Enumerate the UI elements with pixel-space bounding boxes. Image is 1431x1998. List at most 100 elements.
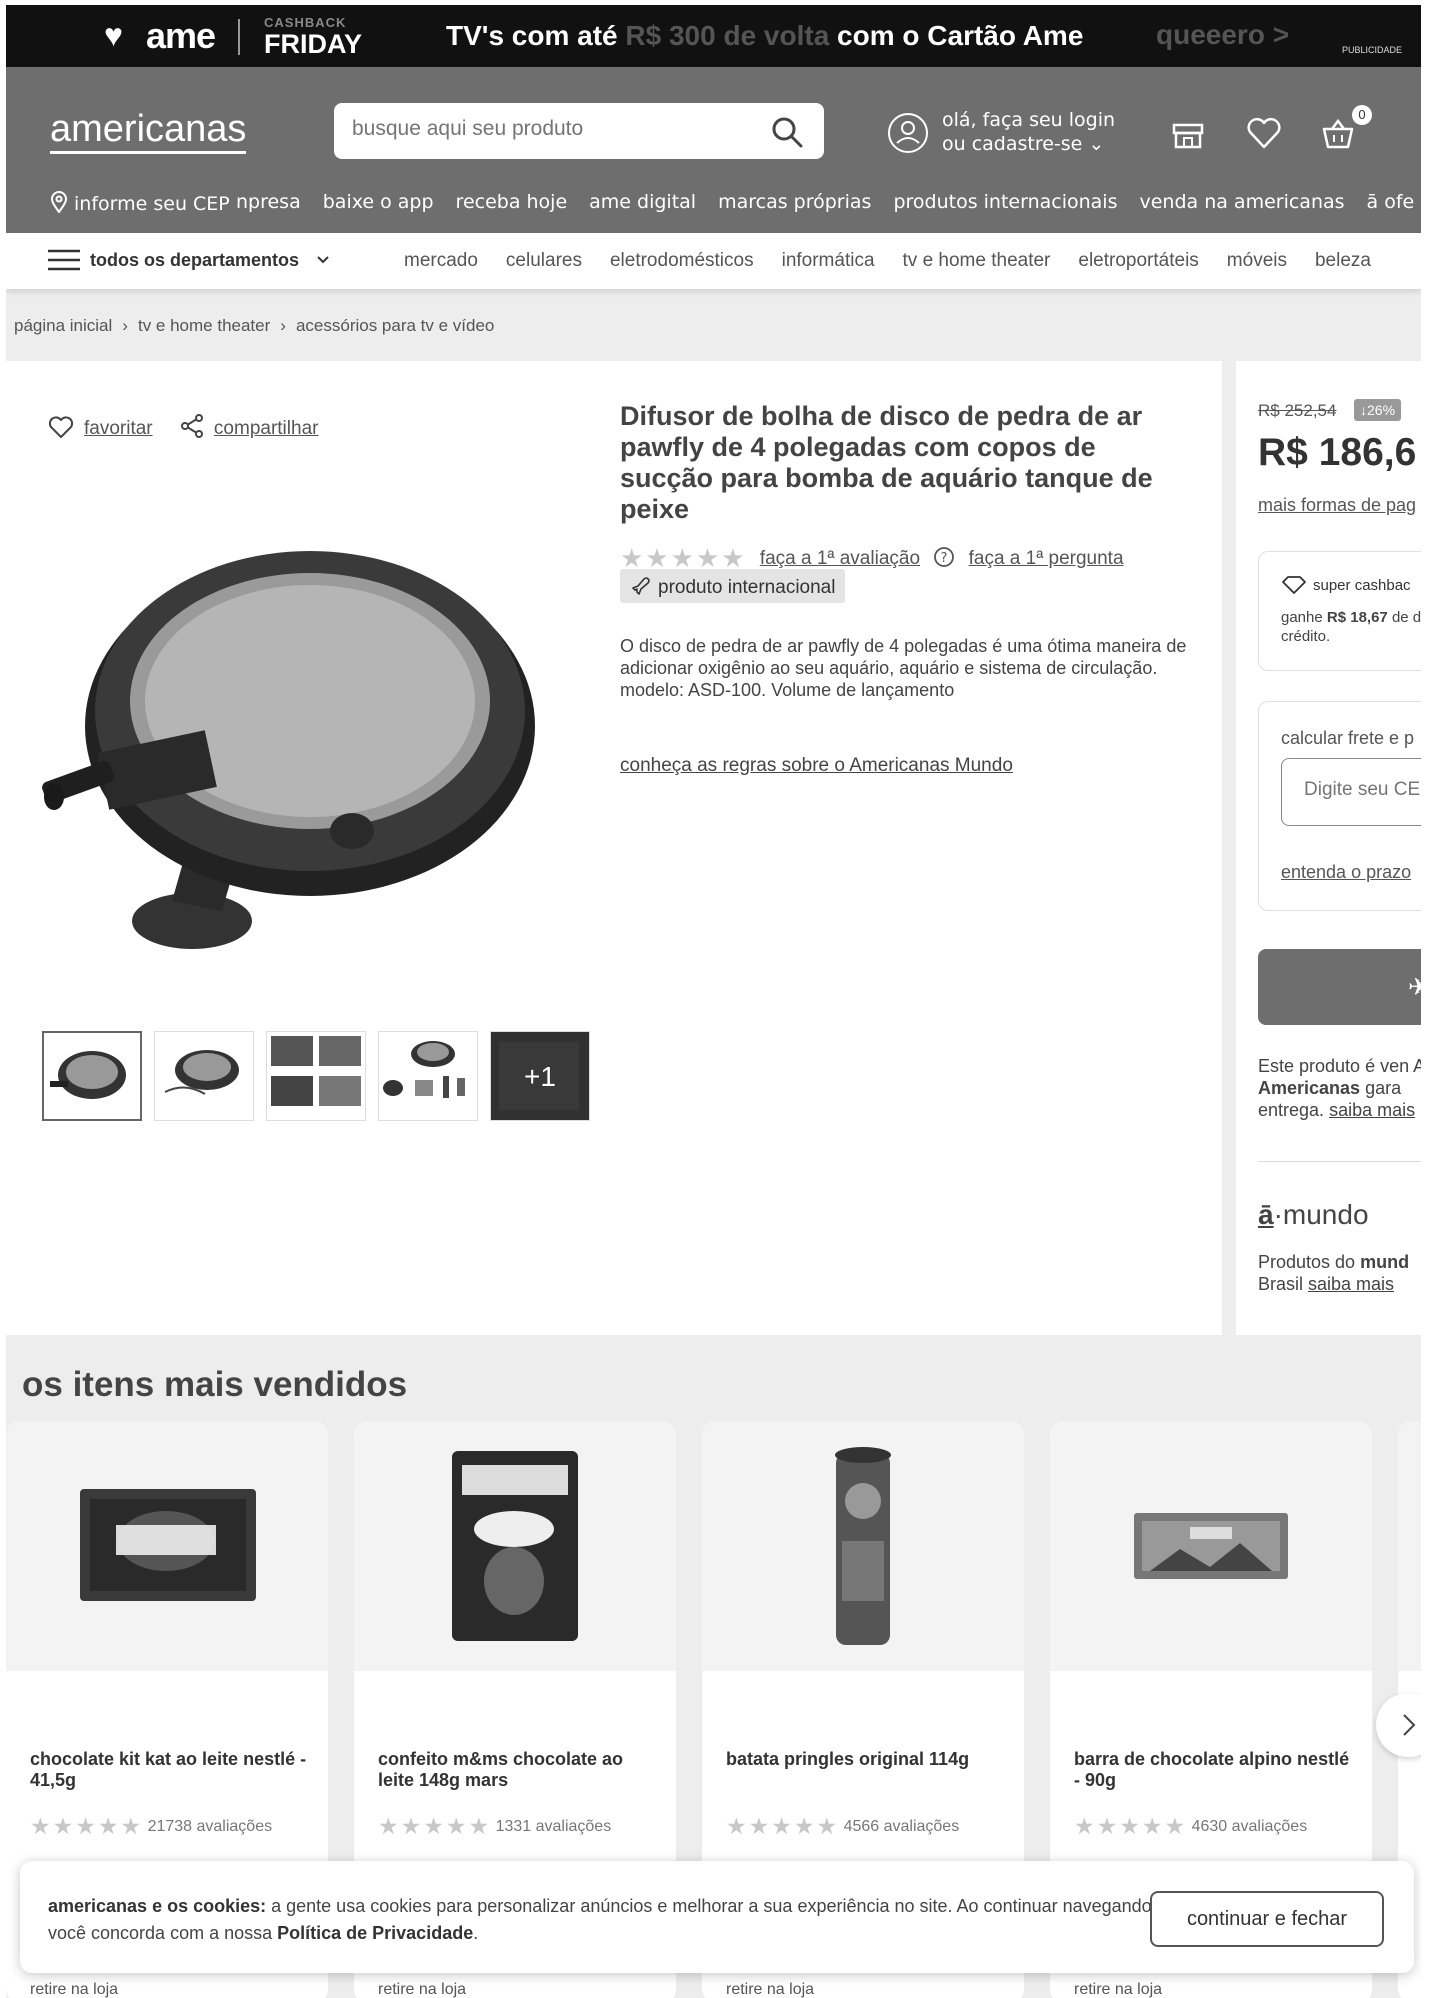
breadcrumb-item[interactable]: tv e home theater bbox=[138, 316, 270, 335]
user-icon bbox=[888, 113, 928, 153]
promo-banner[interactable]: ♥ ame CASHBACK FRIDAY TV's com até R$ 30… bbox=[6, 5, 1421, 67]
product-card-rating: ★★★★★ 1331 avaliações bbox=[378, 1813, 611, 1840]
mundo-rules-link[interactable]: conheça as regras sobre o Americanas Mun… bbox=[620, 755, 1013, 777]
share-label: compartilhar bbox=[213, 418, 319, 439]
cep-input[interactable] bbox=[1304, 779, 1421, 801]
mundo-logo-b: ·mundo bbox=[1273, 1199, 1369, 1230]
product-card-name: confeito m&ms chocolate ao leite 148g ma… bbox=[378, 1749, 624, 1790]
header-link[interactable]: npresa bbox=[236, 191, 301, 213]
heart-icon[interactable] bbox=[1244, 113, 1284, 153]
product-main-image[interactable] bbox=[42, 471, 594, 961]
header-link[interactable]: ame digital bbox=[589, 191, 696, 213]
favorite-label: favoritar bbox=[84, 418, 153, 439]
department-item[interactable]: eletroportáteis bbox=[1078, 250, 1198, 271]
thumbnail[interactable] bbox=[154, 1031, 254, 1121]
breadcrumb-item[interactable]: acessórios para tv e vídeo bbox=[296, 316, 494, 335]
promo-headline-b: R$ 300 de volta bbox=[625, 20, 830, 51]
department-list: mercado celulares eletrodomésticos informát… bbox=[404, 250, 1399, 272]
header-link[interactable]: baixe o app bbox=[323, 191, 434, 213]
department-item[interactable]: beleza bbox=[1315, 250, 1371, 271]
department-item[interactable]: eletrodomésticos bbox=[610, 250, 754, 271]
favorite-button[interactable]: favoritar bbox=[48, 415, 153, 440]
breadcrumb: página inicial › tv e home theater › acessór… bbox=[14, 316, 494, 336]
cep-field[interactable] bbox=[1281, 758, 1421, 826]
review-count: 4566 avaliações bbox=[843, 1818, 960, 1835]
login-link[interactable]: olá, faça seu login ou cadastre-se ⌄ bbox=[886, 107, 1186, 163]
buy-button[interactable]: ✈ bbox=[1258, 949, 1421, 1025]
header-link[interactable]: receba hoje bbox=[456, 191, 568, 213]
first-review-link[interactable]: faça a 1ª avaliação bbox=[760, 548, 920, 569]
product-card-rating: ★★★★★ 4630 avaliações bbox=[1074, 1813, 1307, 1840]
airplane-icon: ✈ bbox=[1408, 974, 1421, 1001]
thumbnail[interactable] bbox=[378, 1031, 478, 1121]
cashback-title: super cashbac bbox=[1281, 576, 1411, 594]
thumbnail[interactable]: +1 bbox=[490, 1031, 590, 1121]
cookie-banner: americanas e os cookies: a gente usa coo… bbox=[20, 1861, 1414, 1973]
thumbnail[interactable] bbox=[266, 1031, 366, 1121]
thumbnail-image bbox=[383, 1041, 465, 1098]
thumbnail[interactable] bbox=[42, 1031, 142, 1121]
mundo-text-bold: mund bbox=[1360, 1252, 1410, 1272]
header-link[interactable]: produtos internacionais bbox=[893, 191, 1117, 213]
chevron-down-icon bbox=[317, 256, 329, 264]
product-card-name: barra de chocolate alpino nestlé - 90g bbox=[1074, 1749, 1350, 1790]
airplane-icon bbox=[632, 577, 650, 595]
department-item[interactable]: celulares bbox=[506, 250, 582, 271]
store-icon[interactable] bbox=[1168, 113, 1208, 153]
cashback-box: super cashbac ganhe R$ 18,67 de de crédi… bbox=[1258, 551, 1421, 671]
share-icon bbox=[180, 414, 203, 438]
header-link[interactable]: marcas próprias bbox=[718, 191, 871, 213]
divider bbox=[238, 19, 240, 55]
heart-icon bbox=[48, 416, 74, 438]
all-departments-menu[interactable]: todos os departamentos bbox=[48, 249, 330, 271]
search-bar[interactable] bbox=[334, 103, 824, 159]
product-card-image bbox=[1134, 1513, 1288, 1579]
promo-cta[interactable]: queeero > bbox=[1156, 19, 1289, 51]
payment-options-link[interactable]: mais formas de pag bbox=[1258, 495, 1416, 516]
product-card-image-area bbox=[1398, 1421, 1421, 1671]
rating-stars: ★★★★★ bbox=[30, 1813, 144, 1839]
share-button[interactable]: compartilhar bbox=[180, 413, 319, 440]
accept-cookies-button[interactable]: continuar e fechar bbox=[1150, 1891, 1384, 1947]
department-item[interactable]: mercado bbox=[404, 250, 478, 271]
product-card-image bbox=[835, 1447, 891, 1645]
header-link[interactable]: venda na americanas bbox=[1139, 191, 1344, 213]
product-card-image-area bbox=[6, 1421, 328, 1671]
mundo-more-link[interactable]: saiba mais bbox=[1308, 1274, 1394, 1294]
product-card-image bbox=[452, 1451, 578, 1641]
department-item[interactable]: tv e home theater bbox=[903, 250, 1051, 271]
seller-more-link[interactable]: saiba mais bbox=[1329, 1100, 1415, 1120]
product-card-name: chocolate kit kat ao leite nestlé - 41,5… bbox=[30, 1749, 307, 1790]
cashback-description: ganhe R$ 18,67 de de crédito. bbox=[1281, 608, 1421, 646]
ame-logo: ame bbox=[146, 15, 216, 56]
search-icon[interactable] bbox=[770, 115, 804, 149]
header-link[interactable]: ā ofe bbox=[1367, 191, 1415, 213]
product-description: O disco de pedra de ar pawfly de 4 poleg… bbox=[620, 636, 1187, 700]
product-card-image-area bbox=[1050, 1421, 1372, 1671]
bestsellers-title: os itens mais vendidos bbox=[22, 1365, 408, 1404]
review-count: 21738 avaliações bbox=[147, 1818, 273, 1835]
pickup-label: retire na loja bbox=[1074, 1981, 1163, 1998]
department-item[interactable]: informática bbox=[782, 250, 875, 271]
product-panel: favoritar compartilhar +1 Difusor de bol… bbox=[6, 361, 1222, 1335]
cep-link[interactable]: informe seu CEP bbox=[50, 191, 230, 215]
product-title: Difusor de bolha de disco de pedra de ar… bbox=[620, 401, 1153, 524]
thumbnail-image bbox=[271, 1036, 361, 1106]
deadline-link[interactable]: entenda o prazo bbox=[1281, 862, 1411, 883]
privacy-policy-link[interactable]: Política de Privacidade bbox=[277, 1923, 473, 1943]
pickup-label: retire na loja bbox=[30, 1981, 119, 1998]
more-images-overlay[interactable]: +1 bbox=[491, 1032, 589, 1120]
search-input[interactable] bbox=[352, 117, 762, 141]
chevron-right-icon: › bbox=[280, 316, 286, 335]
americanas-mundo-logo: ā·mundo bbox=[1258, 1199, 1369, 1231]
first-question-link[interactable]: faça a 1ª pergunta bbox=[969, 548, 1124, 569]
thumbnail-image bbox=[164, 1050, 239, 1095]
breadcrumb-item[interactable]: página inicial bbox=[14, 316, 112, 335]
department-item[interactable]: móveis bbox=[1227, 250, 1287, 271]
mundo-text-b: Brasil bbox=[1258, 1274, 1309, 1294]
friday-label: FRIDAY bbox=[264, 29, 363, 59]
carousel-next-button[interactable] bbox=[1376, 1693, 1421, 1757]
rating-stars: ★★★★★ bbox=[378, 1813, 492, 1839]
diamond-icon bbox=[1282, 576, 1306, 594]
americanas-logo[interactable]: americanas bbox=[50, 109, 247, 154]
